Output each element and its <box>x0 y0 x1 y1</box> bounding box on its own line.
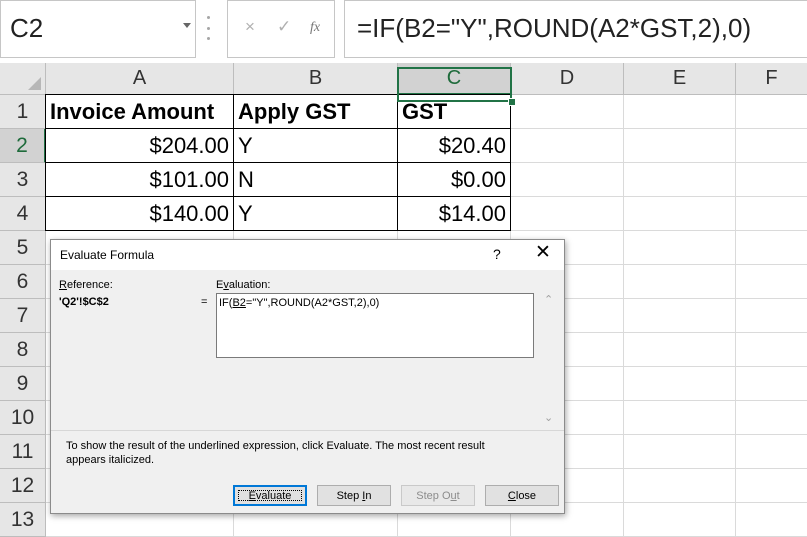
row-header-2[interactable]: 2 <box>0 129 46 163</box>
cell-b2[interactable]: Y <box>233 128 398 163</box>
row-header-4[interactable]: 4 <box>0 197 46 231</box>
focus-ring <box>238 490 302 501</box>
close-button[interactable]: Close <box>485 485 559 506</box>
name-box-value: C2 <box>10 13 44 43</box>
cell-c3[interactable]: $0.00 <box>397 162 511 197</box>
formula-input[interactable]: =IF(B2="Y",ROUND(A2*GST,2),0) <box>344 0 807 58</box>
cell-a2[interactable]: $204.00 <box>45 128 234 163</box>
reference-label: Reference: <box>59 279 113 291</box>
formula-text: =IF(B2="Y",ROUND(A2*GST,2),0) <box>357 13 752 43</box>
underlined-expression: B2 <box>232 297 246 309</box>
grip-dots-icon[interactable] <box>207 16 211 40</box>
scroll-down-icon[interactable]: ⌄ <box>544 411 553 424</box>
cell-a3[interactable]: $101.00 <box>45 162 234 197</box>
evaluate-formula-dialog: Evaluate Formula ? ✕ Reference: 'Q2'!$C$… <box>50 239 565 514</box>
cell-b3[interactable]: N <box>233 162 398 197</box>
row-header-13[interactable]: 13 <box>0 503 46 537</box>
dialog-help-text: To show the result of the underlined exp… <box>66 440 485 466</box>
step-out-button[interactable]: Step Out <box>401 485 475 506</box>
fill-handle[interactable] <box>508 98 516 106</box>
cell-a1[interactable]: Invoice Amount <box>45 94 234 129</box>
enter-check-icon[interactable]: ✓ <box>277 17 291 37</box>
reference-value: 'Q2'!$C$2 <box>59 296 109 308</box>
cell-c1[interactable]: GST <box>397 94 511 129</box>
column-header-b[interactable]: B <box>234 63 398 95</box>
evaluate-button[interactable]: Evaluate <box>233 485 307 506</box>
column-header-f[interactable]: F <box>736 63 807 95</box>
evaluation-scrollbar[interactable]: ⌃ ⌄ <box>541 293 557 427</box>
column-header-a[interactable]: A <box>46 63 234 95</box>
chevron-down-icon[interactable] <box>183 23 191 28</box>
select-all-corner[interactable] <box>0 63 46 95</box>
evaluation-box[interactable]: IF(B2="Y",ROUND(A2*GST,2),0) <box>216 293 534 358</box>
row-header-8[interactable]: 8 <box>0 333 46 367</box>
evaluation-label: Evaluation: <box>216 279 271 291</box>
cell-a4[interactable]: $140.00 <box>45 196 234 231</box>
row-header-12[interactable]: 12 <box>0 469 46 503</box>
row-header-7[interactable]: 7 <box>0 299 46 333</box>
cancel-icon[interactable]: × <box>245 17 255 37</box>
row-header-10[interactable]: 10 <box>0 401 46 435</box>
formula-bar: C2 × ✓ fx =IF(B2="Y",ROUND(A2*GST,2),0) <box>0 0 807 63</box>
name-box[interactable]: C2 <box>0 0 196 58</box>
step-in-button[interactable]: Step In <box>317 485 391 506</box>
cell-b1[interactable]: Apply GST <box>233 94 398 129</box>
cell-c4[interactable]: $14.00 <box>397 196 511 231</box>
row-header-5[interactable]: 5 <box>0 231 46 265</box>
equals-sign: = <box>201 296 208 308</box>
column-header-e[interactable]: E <box>624 63 736 95</box>
dialog-divider <box>51 430 564 431</box>
column-header-c[interactable]: C <box>398 63 511 95</box>
dialog-title: Evaluate Formula <box>60 248 155 262</box>
cell-b4[interactable]: Y <box>233 196 398 231</box>
row-header-11[interactable]: 11 <box>0 435 46 469</box>
insert-function-icon[interactable]: fx <box>310 20 320 36</box>
row-header-1[interactable]: 1 <box>0 95 46 129</box>
row-header-3[interactable]: 3 <box>0 163 46 197</box>
scroll-up-icon[interactable]: ⌃ <box>544 293 553 306</box>
close-icon[interactable]: ✕ <box>535 243 551 262</box>
row-header-9[interactable]: 9 <box>0 367 46 401</box>
select-all-icon <box>28 77 41 90</box>
evaluation-text: IF(B2="Y",ROUND(A2*GST,2),0) <box>219 297 380 309</box>
dialog-titlebar[interactable]: Evaluate Formula ? ✕ <box>51 240 564 270</box>
row-header-6[interactable]: 6 <box>0 265 46 299</box>
cell-c2[interactable]: $20.40 <box>397 128 511 163</box>
column-header-d[interactable]: D <box>511 63 624 95</box>
formula-buttons: × ✓ fx <box>227 0 335 58</box>
help-icon[interactable]: ? <box>493 246 501 262</box>
